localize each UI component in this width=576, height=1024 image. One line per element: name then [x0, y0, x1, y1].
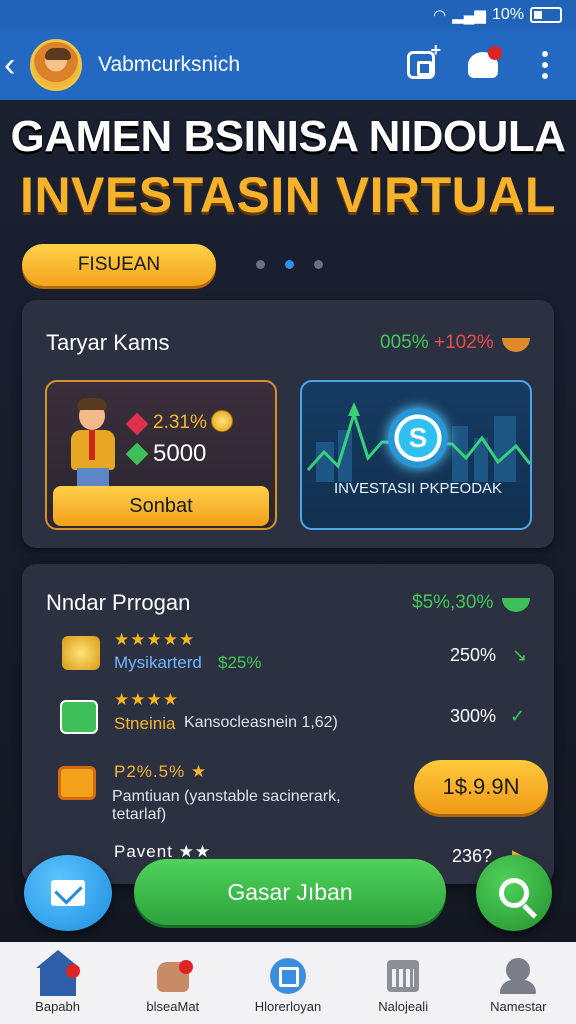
hero-subtitle: INVESTASIN VIRTUAL: [20, 167, 556, 223]
hands-icon: [153, 954, 193, 994]
more-menu-button[interactable]: [514, 30, 576, 100]
add-screen-icon: [407, 40, 441, 79]
leaf-icon: [125, 442, 149, 466]
calendar-icon: [383, 954, 423, 994]
row-percent: 250%: [450, 645, 497, 665]
nav-label: Bapabh: [35, 999, 80, 1014]
notification-button[interactable]: [452, 30, 514, 100]
program-stat: $5%,30%: [412, 592, 494, 613]
tv-icon: [58, 766, 96, 800]
mail-button[interactable]: [24, 855, 112, 931]
row-desc: tetarlaf): [112, 806, 167, 823]
row-percent: 236?: [452, 846, 493, 866]
overview-card-title: Taryar Kams: [46, 330, 170, 355]
signal-icon: ▂▄▆: [452, 7, 486, 24]
nav-item-hands[interactable]: blseaMat: [115, 942, 230, 1024]
avatar[interactable]: [30, 39, 82, 91]
gold-coins-icon: [62, 636, 100, 670]
pager-dot-active[interactable]: [285, 260, 294, 269]
nav-item-explore[interactable]: Hlorerloyan: [230, 942, 345, 1024]
trend-check-icon: ✓: [510, 706, 526, 726]
nav-label: Hlorerloyan: [254, 999, 322, 1014]
nav-label: Namestar: [490, 999, 547, 1014]
app-title: Vabmcurksnich: [98, 53, 240, 76]
key-search-icon: [499, 878, 529, 908]
notification-bell-icon: [468, 46, 502, 78]
gem-icon: [125, 412, 149, 436]
hero-title: GAMEN BSINISA NIDOULA: [10, 112, 567, 161]
add-screen-button[interactable]: [390, 30, 452, 100]
more-vertical-icon: [542, 51, 548, 79]
nav-item-home[interactable]: Bapabh: [0, 942, 115, 1024]
nav-label: blseaMat: [146, 999, 200, 1014]
carousel-pager[interactable]: [256, 260, 323, 269]
mail-icon: [51, 880, 85, 906]
wifi-icon: ◠: [433, 7, 447, 24]
row-percent: 300%: [450, 706, 497, 726]
investment-coin-icon: S: [388, 408, 448, 468]
row-name: Pamtiuan (yanstable sacinerark,: [112, 788, 341, 805]
character-action-button[interactable]: Sonbat: [53, 486, 269, 526]
price-button[interactable]: 1$.9.9N: [414, 760, 548, 814]
row-value: $25%: [218, 653, 262, 672]
nav-item-calendar[interactable]: Nalojeali: [346, 942, 461, 1024]
program-card-title: Nndar Prrogan: [46, 590, 191, 615]
investment-tile[interactable]: S INVESTASII PKPEODAK: [300, 380, 532, 530]
row-rating: ★★★★★: [114, 630, 196, 649]
character-amount: 5000: [153, 440, 207, 467]
nav-item-profile[interactable]: Namestar: [461, 942, 576, 1024]
pager-dot[interactable]: [256, 260, 265, 269]
feature-pill-button[interactable]: FISUEAN: [22, 244, 216, 286]
row-name: Mysikarterd: [114, 653, 202, 672]
search-doc-icon: [268, 954, 308, 994]
checkmark-icon: [60, 700, 98, 734]
row-rating: ★★★★: [114, 690, 179, 709]
trend-arrow-icon: ↘: [512, 645, 528, 665]
character-figure-icon: [65, 396, 121, 488]
investment-label: INVESTASII PKPEODAK: [333, 480, 503, 497]
overview-stat-red: +102%: [434, 332, 494, 353]
status-bar: ◠ ▂▄▆ 10%: [0, 0, 576, 30]
character-tile[interactable]: 2.31% 5000 Sonbat: [45, 380, 277, 530]
row-rating: P2%.5% ★: [114, 762, 208, 781]
profile-icon: [498, 954, 538, 994]
nav-label: Nalojeali: [378, 999, 429, 1014]
battery-percent: 10%: [491, 6, 524, 23]
character-rate: 2.31%: [153, 412, 207, 433]
overview-stat-green: 005%: [380, 332, 429, 353]
home-icon: [35, 950, 80, 996]
pager-dot[interactable]: [314, 260, 323, 269]
row-name: Stneinia: [114, 714, 176, 733]
bottom-navigation: Bapabh blseaMat Hlorerloyan Nalojeali Na…: [0, 942, 576, 1024]
search-key-button[interactable]: [476, 855, 552, 931]
battery-icon: [530, 7, 562, 23]
back-icon[interactable]: ‹: [4, 48, 28, 82]
coin-icon: [211, 410, 233, 432]
main-action-button[interactable]: Gasar Jıban: [134, 859, 446, 925]
app-bar: ‹ Vabmcurksnich: [0, 30, 576, 100]
row-value: Kansocleasnein 1,62): [184, 714, 338, 731]
